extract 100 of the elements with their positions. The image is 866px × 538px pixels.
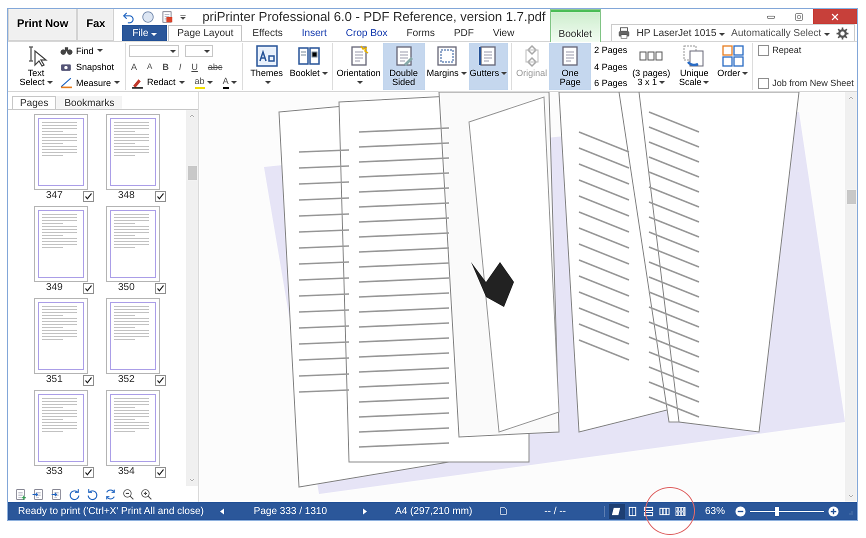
ribbon-button[interactable]: Double Sided: [382, 43, 425, 90]
ribbon-tab[interactable]: Effects: [243, 25, 292, 41]
view-mode-button[interactable]: [658, 506, 671, 516]
rotate-right-icon[interactable]: [68, 488, 81, 500]
add-page-icon[interactable]: [14, 488, 27, 500]
check-mark-icon: [156, 468, 165, 476]
zoom-out-icon[interactable]: [122, 488, 135, 500]
page-checkbox[interactable]: [83, 190, 94, 202]
ribbon-button[interactable]: Margins: [426, 43, 468, 90]
next-page-icon[interactable]: [361, 506, 370, 516]
restore-icon: [794, 12, 804, 22]
scrollbar[interactable]: [845, 92, 857, 502]
tray-dropdown[interactable]: Automatically Select: [731, 26, 830, 40]
settings-icon[interactable]: [836, 26, 849, 40]
view-mode-button[interactable]: [642, 506, 655, 516]
checkbox[interactable]: Repeat: [756, 44, 856, 56]
rotate-left-icon[interactable]: [86, 488, 99, 500]
ribbon-tab[interactable]: Insert: [292, 25, 336, 41]
printer-icon: [616, 26, 631, 40]
page-thumbnail[interactable]: [34, 206, 88, 282]
page-thumbnail[interactable]: [34, 298, 88, 374]
ribbon-tab[interactable]: Page Layout: [168, 25, 242, 41]
ribbon-button[interactable]: Redact: [129, 76, 187, 88]
panel-tab[interactable]: Pages: [12, 96, 56, 109]
page-number: 348: [118, 190, 135, 202]
format-button[interactable]: A: [129, 60, 140, 72]
ribbon-button[interactable]: Find: [58, 44, 122, 57]
combo-box[interactable]: [185, 45, 214, 57]
chevron-down-icon: [188, 477, 196, 483]
ribbon-button[interactable]: 6 Pages: [592, 77, 630, 89]
panel-tab[interactable]: Bookmarks: [56, 96, 122, 109]
ribbon-button[interactable]: Themes: [246, 43, 288, 90]
page-checkbox[interactable]: [155, 374, 166, 386]
chevron-down-icon: [847, 493, 855, 499]
ribbon-button[interactable]: Order: [716, 43, 750, 90]
page-number: 354: [118, 466, 135, 478]
check-mark-icon: [84, 376, 93, 384]
previous-page-icon[interactable]: [218, 506, 226, 516]
ribbon-button[interactable]: (3 pages) 3 x 1: [630, 43, 672, 90]
zoom-out-icon[interactable]: [735, 506, 746, 516]
file-menu[interactable]: File: [122, 25, 168, 41]
page-checkbox[interactable]: [155, 466, 166, 478]
format-button[interactable]: A: [145, 60, 154, 72]
page-thumbnail[interactable]: [106, 206, 160, 282]
ribbon-button[interactable]: Orientation: [336, 43, 382, 90]
ribbon-button[interactable]: Unique Scale: [673, 43, 716, 90]
page-thumbnail[interactable]: [106, 114, 160, 190]
zoom-in-icon[interactable]: [828, 506, 839, 516]
close-icon: [830, 12, 840, 22]
ribbon-button[interactable]: Gutters: [468, 43, 508, 90]
format-button[interactable]: I: [176, 60, 184, 72]
page-checkbox[interactable]: [83, 466, 94, 478]
page-order-icon: [720, 44, 745, 68]
quick-action-button[interactable]: Print Now: [8, 9, 78, 41]
ribbon-button[interactable]: One Page: [549, 43, 592, 90]
ribbon-tab[interactable]: Forms: [397, 25, 444, 41]
view-mode-button[interactable]: [674, 506, 687, 516]
quick-action-button[interactable]: Fax: [77, 9, 114, 41]
ribbon-tab[interactable]: Crop Box: [336, 25, 396, 41]
margins-icon: [434, 44, 459, 68]
zoom-in-icon[interactable]: [140, 488, 153, 500]
ribbon-button[interactable]: Text Select: [15, 43, 57, 90]
view-mode-button[interactable]: [610, 506, 623, 516]
import-page-icon[interactable]: [32, 488, 45, 500]
ruler-icon: [60, 76, 73, 89]
ribbon-tab[interactable]: View: [484, 25, 524, 41]
ribbon-tab[interactable]: PDF: [444, 25, 483, 41]
format-button[interactable]: U: [189, 60, 200, 72]
facing-pages-icon: [659, 506, 670, 516]
ribbon-button[interactable]: Measure: [58, 76, 122, 89]
scrollbar[interactable]: [186, 110, 198, 486]
close-button[interactable]: [813, 9, 857, 24]
view-mode-button[interactable]: [626, 506, 639, 516]
format-button[interactable]: ab: [192, 75, 215, 89]
page-thumbnail[interactable]: [34, 114, 88, 190]
circle-icon[interactable]: [141, 10, 156, 24]
format-button[interactable]: B: [160, 60, 171, 72]
page-thumbnail[interactable]: [106, 390, 160, 466]
ribbon-button[interactable]: 2 Pages: [592, 44, 630, 56]
undo-icon[interactable]: [122, 10, 136, 24]
checkbox[interactable]: Job from New Sheet: [756, 77, 856, 89]
format-button[interactable]: A: [220, 75, 239, 89]
scrollbar-thumb[interactable]: [188, 166, 196, 180]
page-checkbox[interactable]: [83, 374, 94, 386]
check-mark-icon: [84, 468, 93, 476]
ribbon-button[interactable]: 4 Pages: [592, 60, 630, 72]
ribbon-button[interactable]: Snapshot: [58, 60, 122, 73]
pdf-document-icon[interactable]: [160, 10, 174, 24]
page-checkbox[interactable]: [83, 282, 94, 294]
printer-dropdown[interactable]: HP LaserJet 1015: [636, 26, 726, 40]
rotate-both-icon[interactable]: [104, 488, 117, 500]
page-checkbox[interactable]: [155, 190, 166, 202]
scrollbar-thumb[interactable]: [846, 190, 856, 204]
format-button[interactable]: abc: [206, 60, 224, 72]
ribbon-tab[interactable]: Booklet: [550, 9, 601, 42]
page-thumbnail[interactable]: [34, 390, 88, 466]
ribbon-button[interactable]: Booklet: [288, 43, 329, 90]
page-checkbox[interactable]: [155, 282, 166, 294]
page-thumbnail[interactable]: [106, 298, 160, 374]
export-page-icon[interactable]: [50, 488, 63, 500]
